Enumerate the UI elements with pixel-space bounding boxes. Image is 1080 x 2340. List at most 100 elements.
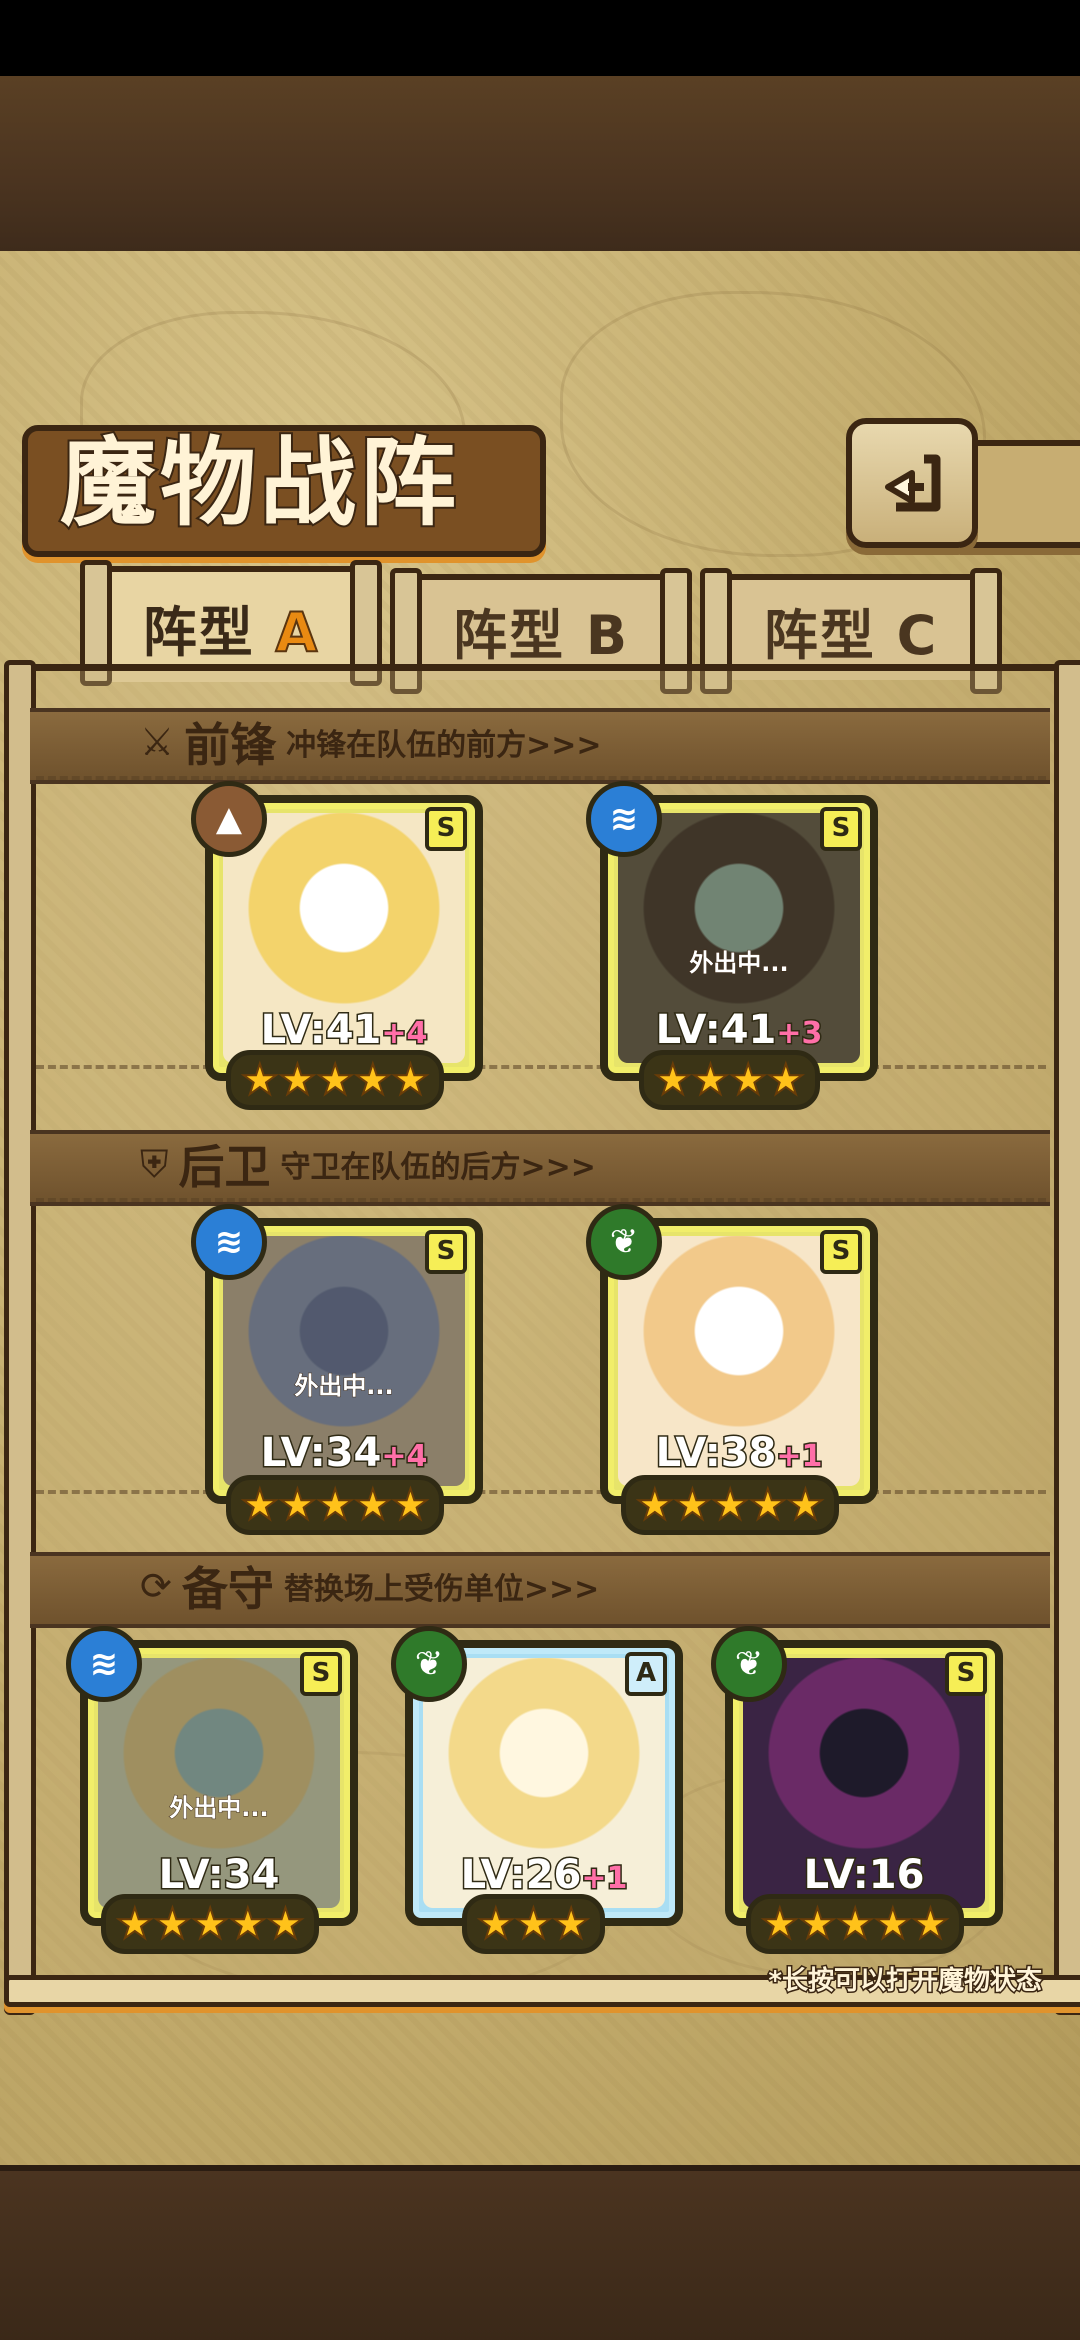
star-icon: ★ — [353, 1480, 393, 1529]
star-rating: ★ ★ ★ ★ ★ — [101, 1894, 320, 1954]
unit-card[interactable]: 外出中... LV:41+3 S ≋ — [586, 781, 878, 1081]
rank-badge: S — [425, 1230, 467, 1274]
level-bonus: +4 — [380, 1438, 429, 1476]
star-icon: ★ — [391, 1055, 431, 1104]
back-arrow-icon — [885, 454, 941, 512]
unit-card[interactable]: 外出中... LV:34+4 S ≋ — [191, 1204, 483, 1504]
section-back-title: ⛨ 后卫 守卫在队伍的后方>>> — [140, 1130, 596, 1198]
formation-screen: 魔物战阵 阵型 A 阵型 B 阵型 C ⚔ 前锋 冲锋在队伍的前方>>> ⛨ 后… — [0, 0, 1080, 2340]
unit-level: LV:34 — [157, 1851, 281, 1900]
away-label: 外出中... — [689, 949, 789, 978]
rank-badge: S — [945, 1652, 987, 1696]
star-icon: ★ — [798, 1899, 838, 1948]
swap-icon: ⟳ — [140, 1564, 172, 1608]
nature-element-icon: ❦ — [586, 1204, 662, 1280]
nature-element-icon: ❦ — [391, 1626, 467, 1702]
unit-card[interactable]: LV:38+1 S ❦ — [586, 1204, 878, 1504]
star-icon: ★ — [710, 1480, 750, 1529]
panel-rail-left — [4, 660, 36, 2015]
panel-rail-right — [1054, 660, 1080, 2015]
water-element-icon: ≋ — [586, 781, 662, 857]
star-icon: ★ — [691, 1055, 731, 1104]
section-desc: 替换场上受伤单位>>> — [283, 1572, 600, 1607]
section-name: 备守 — [181, 1562, 274, 1616]
wood-frame-top — [0, 76, 1080, 257]
star-icon: ★ — [266, 1899, 306, 1948]
star-icon: ★ — [766, 1055, 806, 1104]
star-icon: ★ — [278, 1480, 318, 1529]
divider — [36, 1490, 1046, 1494]
wood-frame-bottom — [0, 2165, 1080, 2340]
unit-level: LV:16 — [802, 1851, 926, 1900]
section-name: 后卫 — [178, 1140, 271, 1194]
back-button[interactable] — [846, 418, 978, 548]
section-name: 前锋 — [184, 718, 277, 772]
page-title: 魔物战阵 — [58, 424, 460, 541]
sword-icon: ⚔ — [140, 720, 175, 764]
star-icon: ★ — [551, 1899, 591, 1948]
star-icon: ★ — [353, 1055, 393, 1104]
unit-card[interactable]: LV:16 S ❦ — [711, 1626, 1003, 1926]
star-rating: ★ ★ ★ ★ — [639, 1050, 820, 1110]
star-icon: ★ — [153, 1899, 193, 1948]
unit-level: LV:41+4 — [259, 1006, 429, 1055]
level-bonus: +3 — [775, 1015, 824, 1053]
unit-card[interactable]: LV:41+4 S ▲ — [191, 781, 483, 1081]
section-desc: 守卫在队伍的后方>>> — [280, 1150, 596, 1185]
star-rating: ★ ★ ★ ★ ★ — [226, 1475, 445, 1535]
star-icon: ★ — [760, 1899, 800, 1948]
level-bonus: +1 — [775, 1438, 824, 1476]
star-icon: ★ — [673, 1480, 713, 1529]
star-icon: ★ — [873, 1899, 913, 1948]
star-icon: ★ — [315, 1055, 355, 1104]
level-bonus: +1 — [580, 1860, 629, 1898]
rank-badge: A — [625, 1652, 667, 1696]
star-rating: ★ ★ ★ — [462, 1894, 605, 1954]
star-icon: ★ — [476, 1899, 516, 1948]
star-icon: ★ — [835, 1899, 875, 1948]
back-button-rail — [960, 440, 1080, 548]
away-label: 外出中... — [169, 1794, 269, 1823]
star-icon: ★ — [911, 1899, 951, 1948]
section-desc: 冲锋在队伍的前方>>> — [286, 728, 602, 763]
unit-level: LV:38+1 — [654, 1429, 824, 1478]
unit-card[interactable]: LV:26+1 A ❦ — [391, 1626, 683, 1926]
level-bonus: +4 — [380, 1015, 429, 1053]
status-bar — [0, 0, 1080, 76]
star-icon: ★ — [748, 1480, 788, 1529]
star-icon: ★ — [786, 1480, 826, 1529]
star-icon: ★ — [190, 1899, 230, 1948]
earth-element-icon: ▲ — [191, 781, 267, 857]
star-icon: ★ — [115, 1899, 155, 1948]
water-element-icon: ≋ — [66, 1626, 142, 1702]
section-front-title: ⚔ 前锋 冲锋在队伍的前方>>> — [140, 708, 602, 776]
star-icon: ★ — [240, 1480, 280, 1529]
tab-label: 阵型 A — [142, 600, 320, 665]
star-icon: ★ — [315, 1480, 355, 1529]
long-press-hint: *长按可以打开魔物状态 — [767, 1965, 1044, 1998]
divider — [36, 1065, 1046, 1069]
star-icon: ★ — [240, 1055, 280, 1104]
away-label: 外出中... — [294, 1372, 394, 1401]
unit-level: LV:41+3 — [654, 1006, 824, 1055]
star-icon: ★ — [228, 1899, 268, 1948]
tab-label: 阵型 C — [763, 603, 939, 667]
water-element-icon: ≋ — [191, 1204, 267, 1280]
star-rating: ★ ★ ★ ★ ★ — [621, 1475, 840, 1535]
nature-element-icon: ❦ — [711, 1626, 787, 1702]
unit-level: LV:26+1 — [459, 1851, 629, 1900]
rank-badge: S — [425, 807, 467, 851]
shield-icon: ⛨ — [140, 1142, 169, 1186]
star-icon: ★ — [635, 1480, 675, 1529]
star-icon: ★ — [728, 1055, 768, 1104]
star-rating: ★ ★ ★ ★ ★ — [226, 1050, 445, 1110]
star-rating: ★ ★ ★ ★ ★ — [746, 1894, 965, 1954]
rank-badge: S — [820, 807, 862, 851]
rank-badge: S — [820, 1230, 862, 1274]
rank-badge: S — [300, 1652, 342, 1696]
divider — [36, 776, 1046, 780]
unit-card[interactable]: 外出中... LV:34 S ≋ — [66, 1626, 358, 1926]
star-icon: ★ — [278, 1055, 318, 1104]
divider — [36, 1198, 1046, 1202]
star-icon: ★ — [514, 1899, 554, 1948]
